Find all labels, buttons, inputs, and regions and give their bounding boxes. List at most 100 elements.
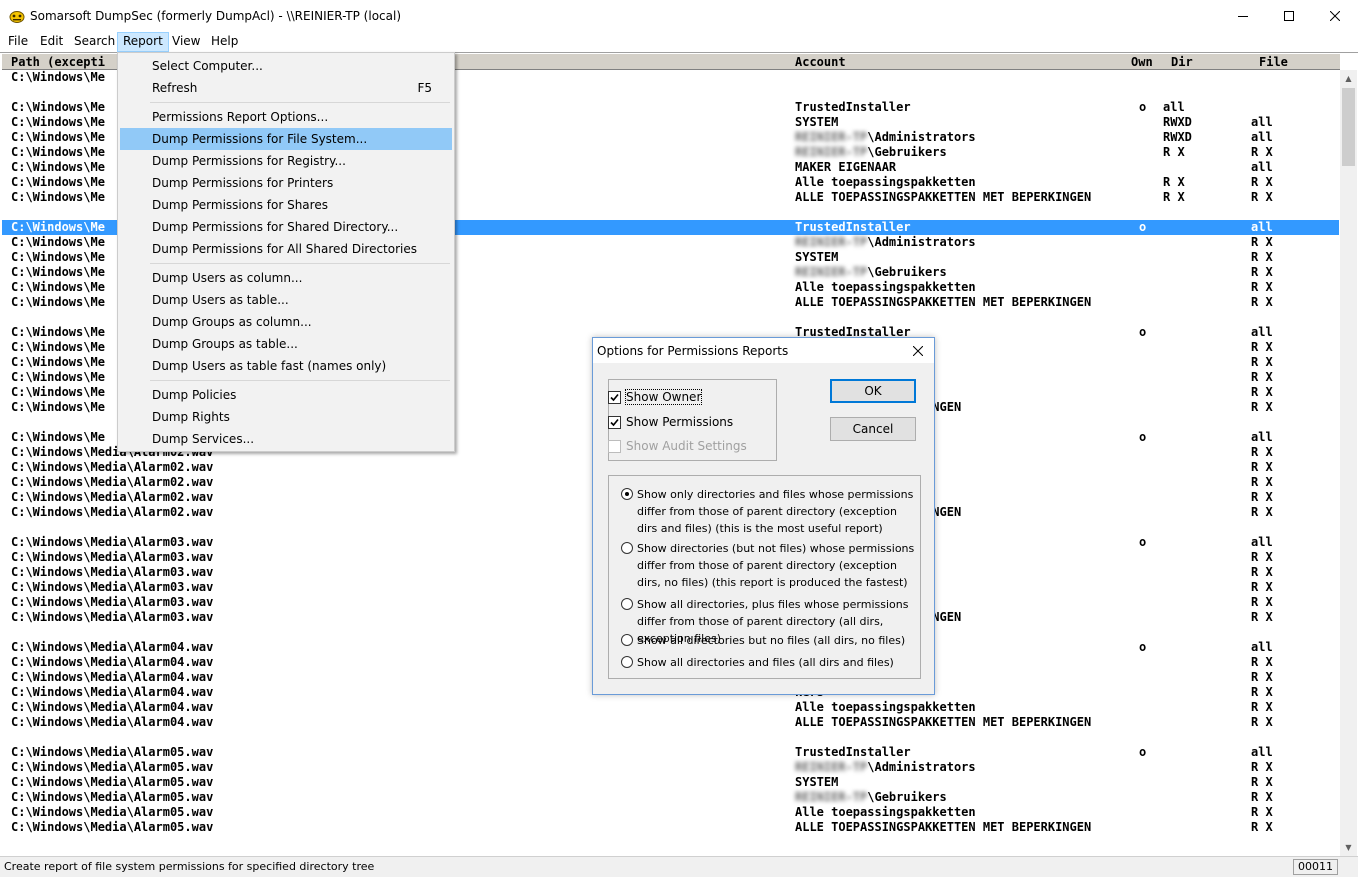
menu-item-permissions-report-options[interactable]: Permissions Report Options... [120,106,452,128]
menu-item-dump-users-column[interactable]: Dump Users as column... [120,267,452,289]
cell-file: R X [1251,715,1273,729]
menu-item-dump-users-table[interactable]: Dump Users as table... [120,289,452,311]
menu-edit[interactable]: Edit [35,32,68,52]
cell-path: C:\Windows\Me [11,190,105,204]
menu-item-dump-permissions-printers[interactable]: Dump Permissions for Printers [120,172,452,194]
cell-path: C:\Windows\Me [11,385,105,399]
cell-path: C:\Windows\Media\Alarm04.wav [11,640,214,654]
checkbox-box[interactable] [608,415,621,429]
cancel-button[interactable]: Cancel [830,417,916,441]
menu-item-dump-users-table-fast[interactable]: Dump Users as table fast (names only) [120,355,452,377]
cell-file: R X [1251,265,1273,279]
column-header-own[interactable]: Own [1131,54,1153,70]
menu-help[interactable]: Help [206,32,243,52]
radio-label: Show directories (but not files) whose p… [637,542,915,589]
cell-path: C:\Windows\Me [11,280,105,294]
redacted-host: REINIER-TP [795,265,868,279]
cell-own: o [1139,535,1147,549]
cell-path: C:\Windows\Media\Alarm03.wav [11,610,214,624]
account-name: TrustedInstaller [795,745,911,759]
radio-button[interactable] [621,656,633,668]
menu-item-label: Dump Users as table... [152,293,289,307]
table-row[interactable]: C:\Windows\Media\Alarm05.wav R X Alle toep… [2,805,1339,820]
menu-item-refresh[interactable]: Refresh F5 [120,77,452,99]
report-menu-dropdown: Select Computer... Refresh F5 Permissions… [117,52,455,452]
checkbox-box[interactable] [608,390,621,404]
vertical-scrollbar[interactable]: ▲ ▼ [1340,70,1357,856]
table-row[interactable] [2,730,1339,745]
redacted-host: REINIER-TP [795,760,868,774]
menu-item-dump-rights[interactable]: Dump Rights [120,406,452,428]
cell-file: R X [1251,670,1273,684]
radio-button[interactable] [621,598,633,610]
radio-button[interactable] [621,542,633,554]
menu-view[interactable]: View [167,32,205,52]
cell-path: C:\Windows\Media\Alarm04.wav [11,715,214,729]
account-name: SYSTEM [795,250,839,264]
cell-path: C:\Windows\Media\Alarm02.wav [11,505,214,519]
column-header-file[interactable]: File [1259,54,1288,70]
table-row[interactable]: C:\Windows\Media\Alarm05.wav R X SYSTEM [2,775,1339,790]
cell-account: MAKER EIGENAAR [795,160,896,175]
radio-all-dirs-and-files[interactable]: Show all directories and files (all dirs… [621,654,917,671]
radio-button[interactable] [621,488,633,500]
menu-item-label: Permissions Report Options... [152,110,329,124]
radio-label: Show all directories but no files (all d… [637,634,906,647]
ok-button[interactable]: OK [830,379,916,403]
cell-path: C:\Windows\Media\Alarm05.wav [11,775,214,789]
app-icon [9,11,25,23]
table-row[interactable]: C:\Windows\Media\Alarm05.wav R X REINIER-T… [2,760,1339,775]
menu-file[interactable]: File [3,32,33,52]
menu-item-label: Dump Groups as column... [152,315,312,329]
show-permissions-checkbox[interactable]: Show Permissions [608,414,733,430]
menu-report[interactable]: Report [117,32,169,52]
scrollbar-thumb[interactable] [1342,88,1355,166]
account-name: \Administrators [867,760,976,774]
column-header-dir[interactable]: Dir [1171,54,1193,70]
dialog-close-button[interactable] [905,341,931,361]
radio-label: Show all directories and files (all dirs… [637,656,894,669]
menu-item-dump-permissions-all-shared-directories[interactable]: Dump Permissions for All Shared Director… [120,238,452,260]
menu-item-dump-permissions-registry[interactable]: Dump Permissions for Registry... [120,150,452,172]
cell-file: R X [1251,385,1273,399]
scroll-down-button[interactable]: ▼ [1340,839,1357,856]
account-name: \Administrators [867,235,976,249]
cell-path: C:\Windows\Media\Alarm03.wav [11,535,214,549]
table-row[interactable]: C:\Windows\Media\Alarm05.wav R X REINIER-T… [2,790,1339,805]
menu-item-dump-permissions-shared-directory[interactable]: Dump Permissions for Shared Directory... [120,216,452,238]
menu-item-dump-groups-table[interactable]: Dump Groups as table... [120,333,452,355]
menu-item-dump-services[interactable]: Dump Services... [120,428,452,450]
menu-item-dump-permissions-file-system[interactable]: Dump Permissions for File System... [120,128,452,150]
column-header-account[interactable]: Account [795,54,846,70]
radio-exception-dirs-and-files[interactable]: Show only directories and files whose pe… [621,486,917,537]
minimize-button[interactable] [1220,0,1266,32]
radio-button[interactable] [621,634,633,646]
maximize-button[interactable] [1266,0,1312,32]
table-row[interactable]: C:\Windows\Media\Alarm05.wav o all TrustedI… [2,745,1339,760]
radio-all-dirs-no-files[interactable]: Show all directories but no files (all d… [621,632,917,649]
cell-file: all [1251,745,1273,759]
table-row[interactable]: C:\Windows\Media\Alarm04.wav R X Alle toep… [2,700,1339,715]
close-button[interactable] [1312,0,1358,32]
radio-exception-dirs-no-files[interactable]: Show directories (but not files) whose p… [621,540,917,591]
menu-item-dump-policies[interactable]: Dump Policies [120,384,452,406]
cell-file: R X [1251,445,1273,459]
cell-account: ALLE TOEPASSINGSPAKKETTEN MET BEPERKINGE… [795,820,1091,835]
scroll-up-button[interactable]: ▲ [1340,70,1357,87]
table-row[interactable]: C:\Windows\Media\Alarm04.wav R X ALLE TOEP… [2,715,1339,730]
table-row[interactable]: C:\Windows\Media\Alarm05.wav R X ALLE TOEP… [2,820,1339,835]
column-header-path[interactable]: Path (excepti [11,54,105,70]
dialog-title-bar[interactable]: Options for Permissions Reports [593,338,934,363]
radio-label: Show only directories and files whose pe… [637,488,914,535]
menu-separator [150,263,450,264]
cell-file: all [1251,640,1273,654]
menu-search[interactable]: Search [69,32,120,52]
show-owner-checkbox[interactable]: Show Owner [608,389,703,405]
menu-item-dump-permissions-shares[interactable]: Dump Permissions for Shares [120,194,452,216]
cell-path: C:\Windows\Me [11,355,105,369]
cell-file: R X [1251,550,1273,564]
account-name: SYSTEM [795,775,839,789]
menu-item-dump-groups-column[interactable]: Dump Groups as column... [120,311,452,333]
menu-item-select-computer[interactable]: Select Computer... [120,55,452,77]
account-name: \Administrators [867,130,976,144]
